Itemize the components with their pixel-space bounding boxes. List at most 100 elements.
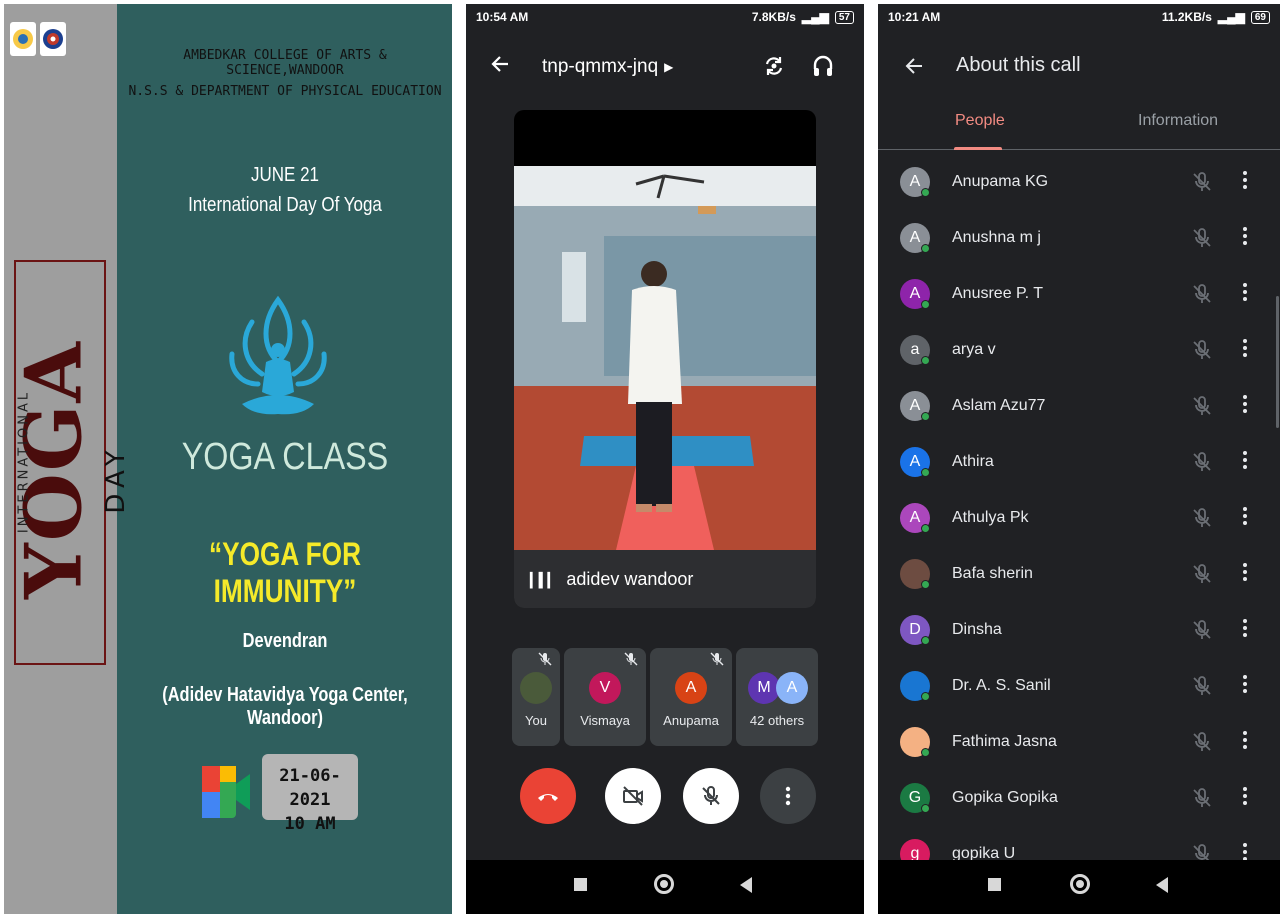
participant-row[interactable]: G Gopika Gopika (878, 770, 1280, 826)
participant-row[interactable]: Bafa sherin (878, 546, 1280, 602)
session-date-box: 21-06-2021 10 AM (262, 754, 358, 834)
about-header: About this call (878, 44, 1280, 94)
more-vert-icon[interactable] (1242, 786, 1248, 811)
speaker-video-feed (514, 166, 816, 550)
mic-off-icon (1190, 226, 1214, 255)
participant-label: You (525, 713, 547, 728)
status-time: 10:54 AM (476, 10, 529, 24)
participant-row[interactable]: A Anupama KG (878, 154, 1280, 210)
mic-off-icon (1190, 282, 1214, 311)
meeting-code: tnp-qmmx-jnq (542, 56, 659, 77)
end-call-button[interactable] (520, 768, 576, 824)
participant-name: Gopika Gopika (952, 789, 1058, 806)
headphones-icon[interactable] (812, 54, 834, 83)
event-name: International Day Of Yoga (188, 194, 382, 216)
status-bar: 10:54 AM 7.8KB/s ▂▄▆ 57 (466, 4, 864, 30)
recents-button[interactable] (574, 878, 587, 891)
back-arrow-icon[interactable] (490, 54, 510, 80)
tab-information[interactable]: Information (1138, 112, 1218, 130)
tab-bar: People Information (878, 104, 1280, 150)
mic-off-icon (1190, 450, 1214, 479)
more-vert-icon[interactable] (1242, 674, 1248, 699)
chevron-right-icon: ▶ (664, 59, 674, 74)
participant-row[interactable]: A Anushna m j (878, 210, 1280, 266)
camera-toggle-button[interactable] (605, 768, 661, 824)
participant-row[interactable]: A Anusree P. T (878, 266, 1280, 322)
more-vert-icon[interactable] (1242, 170, 1248, 195)
back-button[interactable] (1156, 877, 1168, 893)
participant-row[interactable]: D Dinsha (878, 602, 1280, 658)
recents-button[interactable] (988, 878, 1001, 891)
mic-off-icon (710, 652, 724, 671)
nss-logo (40, 22, 66, 56)
participant-name: Bafa sherin (952, 565, 1033, 582)
participant-name: Anupama KG (952, 173, 1049, 190)
participant-tile-others[interactable]: M A 42 others (736, 648, 818, 746)
more-vert-icon[interactable] (1242, 450, 1248, 475)
mic-off-icon (1190, 338, 1214, 367)
camera-off-icon (623, 786, 643, 806)
event-date-heading: JUNE 21 (250, 164, 320, 186)
participant-row[interactable]: A Athira (878, 434, 1280, 490)
participant-name: arya v (952, 341, 996, 358)
google-meet-icon (202, 766, 250, 818)
mic-off-icon (1190, 786, 1214, 815)
home-button[interactable] (1070, 874, 1090, 894)
back-button[interactable] (740, 877, 752, 893)
switch-camera-icon[interactable] (762, 54, 786, 83)
more-vert-icon[interactable] (1242, 618, 1248, 643)
day-vertical-text: DAY (101, 444, 131, 514)
online-status-dot (921, 804, 930, 813)
scrollbar[interactable] (1276, 296, 1279, 428)
online-status-dot (921, 468, 930, 477)
mic-off-icon (1190, 674, 1214, 703)
android-nav-bar (466, 860, 864, 914)
more-vert-icon[interactable] (1242, 730, 1248, 755)
mic-off-icon (1190, 170, 1214, 199)
participant-row[interactable]: A Athulya Pk (878, 490, 1280, 546)
meeting-code-button[interactable]: tnp-qmmx-jnq ▶ (542, 56, 673, 78)
more-vert-icon[interactable] (1242, 506, 1248, 531)
participant-tile-anupama[interactable]: A Anupama (650, 648, 732, 746)
main-speaker-video[interactable]: ▎▍▎ adidev wandoor (514, 110, 816, 608)
more-vert-icon[interactable] (1242, 226, 1248, 251)
page-title: About this call (956, 54, 1081, 76)
more-options-button[interactable] (760, 768, 816, 824)
more-vert-icon[interactable] (1242, 282, 1248, 307)
more-vert-icon[interactable] (1242, 338, 1248, 363)
online-status-dot (921, 300, 930, 309)
online-status-dot (921, 188, 930, 197)
more-vert-icon[interactable] (1242, 562, 1248, 587)
back-arrow-icon[interactable] (904, 56, 924, 82)
battery-icon: 69 (1250, 10, 1270, 24)
international-vertical-text: INTERNATIONAL (16, 389, 32, 534)
audio-level-icon: ▎▍▎ (530, 572, 558, 588)
participant-row[interactable]: Fathima Jasna (878, 714, 1280, 770)
speaker-name: adidev wandoor (566, 569, 694, 589)
online-status-dot (921, 412, 930, 421)
participant-name: Dinsha (952, 621, 1002, 638)
participant-row[interactable]: A Aslam Azu77 (878, 378, 1280, 434)
more-vert-icon[interactable] (1242, 394, 1248, 419)
android-nav-bar (878, 860, 1280, 914)
online-status-dot (921, 580, 930, 589)
avatar: V (589, 672, 621, 704)
mic-toggle-button[interactable] (683, 768, 739, 824)
speaker-label-bar: ▎▍▎ adidev wandoor (514, 550, 816, 608)
participant-row[interactable]: a arya v (878, 322, 1280, 378)
yoga-day-poster: YOGA INTERNATIONAL DAY AMBEDKAR COLLEGE … (4, 4, 452, 914)
participant-row[interactable]: Dr. A. S. Sanil (878, 658, 1280, 714)
online-status-dot (921, 524, 930, 533)
session-date: 21-06-2021 (279, 766, 341, 810)
college-logo (10, 22, 36, 56)
participant-tile-you[interactable]: You (512, 648, 560, 746)
instructor-organization: (Adidev Hatavidya Yoga Center, Wandoor) (162, 684, 408, 729)
tab-people[interactable]: People (955, 112, 1005, 130)
home-button[interactable] (654, 874, 674, 894)
mic-off-icon (1190, 730, 1214, 759)
participant-tiles: You V Vismaya A Anupama M A 42 others (512, 648, 818, 748)
online-status-dot (921, 244, 930, 253)
battery-icon: 57 (834, 10, 854, 24)
participant-tile-vismaya[interactable]: V Vismaya (564, 648, 646, 746)
online-status-dot (921, 356, 930, 365)
